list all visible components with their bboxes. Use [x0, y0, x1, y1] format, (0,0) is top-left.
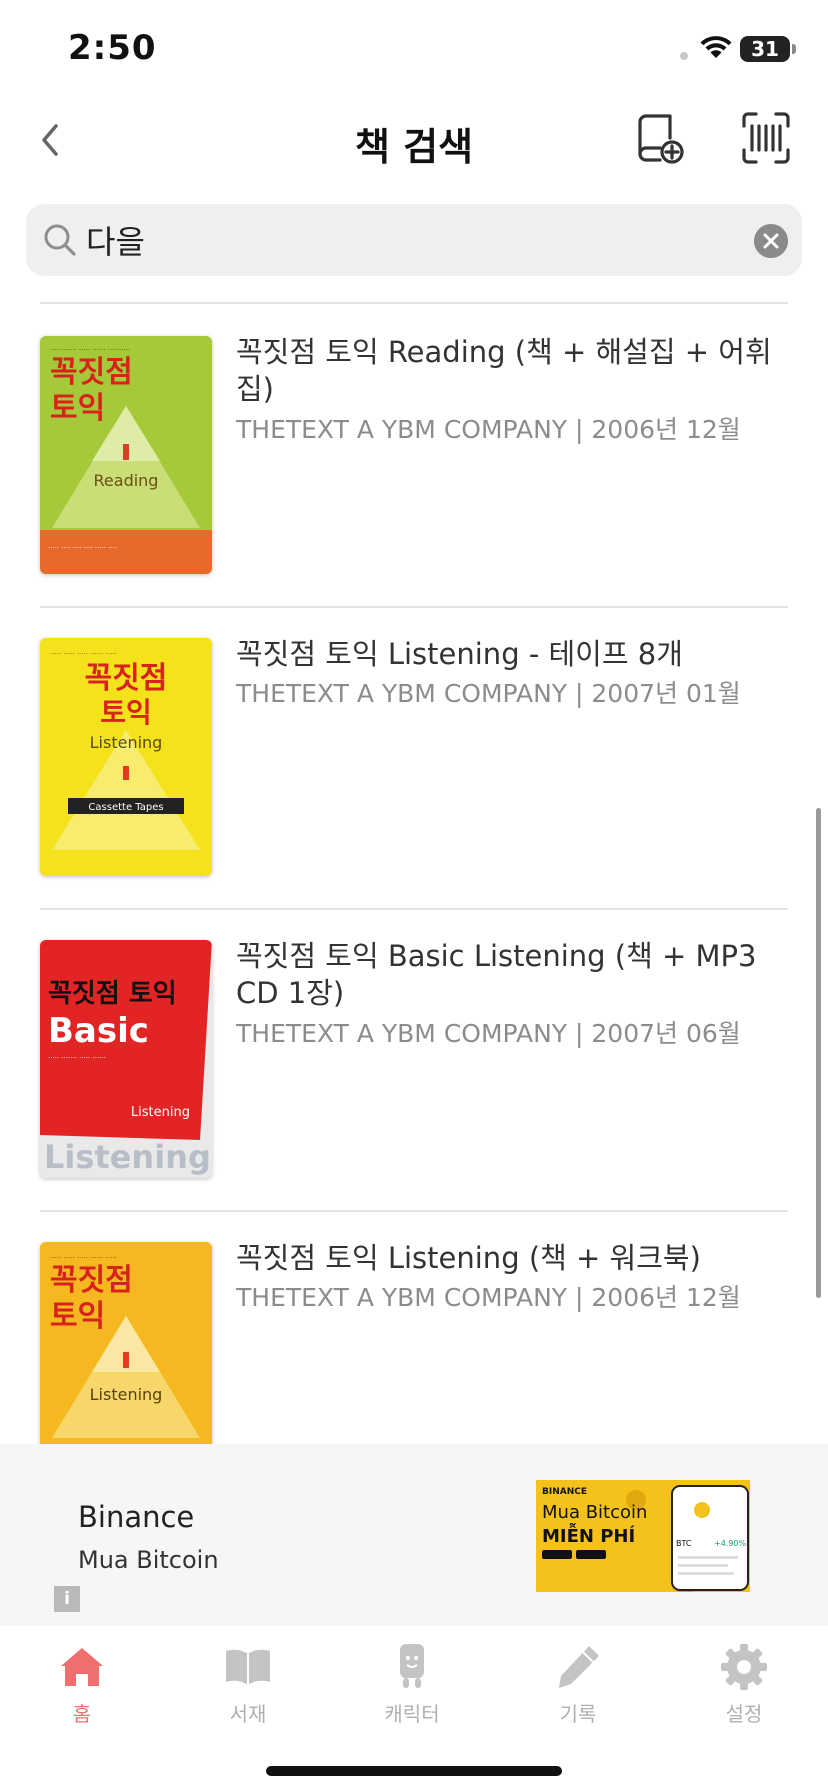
- cover-title-mid: 토익: [50, 391, 105, 426]
- list-item[interactable]: ............ ..... ...... .......... 꼭짓점…: [0, 304, 828, 606]
- cover-title-mid: 토익: [50, 1299, 105, 1334]
- book-title: 꼭짓점 토익 Listening - 테이프 8개: [236, 637, 683, 671]
- book-title: 꼭짓점 토익 Listening (책 + 워크북): [236, 1241, 701, 1275]
- chevron-left-icon: [42, 124, 58, 156]
- cover-title-mid: 토익: [100, 696, 152, 729]
- book-title: 꼭짓점 토익 Basic Listening (책 + MP3 CD 1장): [236, 939, 757, 1010]
- page-title: 책 검색: [354, 125, 474, 169]
- barcode-button[interactable]: [738, 108, 794, 168]
- cover-title-mid: Basic: [48, 1011, 149, 1051]
- cover-label: Listening: [90, 1385, 163, 1404]
- book-title: 꼭짓점 토익 Reading (책 + 해설집 + 어휘집): [236, 335, 772, 406]
- gear-icon: [721, 1644, 767, 1690]
- ad-image-brand: BINANCE: [542, 1487, 587, 1497]
- book-meta: THETEXT A YBM COMPANY | 2007년 06월: [236, 1019, 741, 1048]
- screen: 2:50 31 책 검색 다을 ............ ..... .....…: [0, 0, 828, 1792]
- home-icon: [61, 1648, 103, 1686]
- ad-subtitle: Mua Bitcoin: [78, 1546, 219, 1574]
- tab-label: 설정: [725, 1702, 763, 1726]
- battery-cap: [792, 44, 796, 54]
- cover-title-top: 꼭짓점: [50, 1263, 133, 1298]
- cover-title-top: 꼭짓점 토익: [48, 979, 177, 1009]
- book-cover: ............ ..... ...... .......... 꼭짓점…: [40, 336, 212, 574]
- clear-search-button[interactable]: [754, 224, 788, 258]
- tab-label: 기록: [559, 1702, 597, 1726]
- cover-label: Reading: [94, 471, 159, 490]
- tab-settings[interactable]: 설정: [684, 1626, 804, 1736]
- ad-banner[interactable]: Binance Mua Bitcoin i BINANCE Mua Bitcoi…: [0, 1444, 828, 1626]
- tab-record[interactable]: 기록: [518, 1626, 638, 1736]
- tab-label: 캐릭터: [384, 1702, 440, 1726]
- ad-info-icon[interactable]: i: [54, 1586, 80, 1612]
- svg-text:..... .... .... .... ..... ...: ..... .... .... .... ..... ....: [48, 542, 117, 550]
- book-cover: ..... ..... ..... ...... ..... 꼭짓점 토익 Li…: [40, 1242, 212, 1444]
- nav-bar: 책 검색: [0, 100, 828, 180]
- character-icon: [400, 1644, 424, 1688]
- ad-title: Binance: [78, 1500, 195, 1534]
- ad-image[interactable]: BINANCE Mua Bitcoin MIỄN PHÍ BTC +4.90%: [536, 1480, 750, 1592]
- svg-text:..... ..... ..... ...... .....: ..... ..... ..... ...... .....: [50, 1252, 117, 1260]
- tab-label: 홈: [72, 1702, 92, 1726]
- status-time: 2:50: [68, 28, 157, 68]
- add-book-button[interactable]: [632, 108, 688, 168]
- wifi-icon: [700, 36, 732, 58]
- list-item[interactable]: ..... ..... ..... ...... ..... 꼭짓점 토익 Li…: [0, 606, 828, 908]
- search-bar: [26, 204, 802, 276]
- book-meta: THETEXT A YBM COMPANY | 2007년 01월: [236, 679, 741, 708]
- ad-image-headline-2: MIỄN PHÍ: [542, 1522, 635, 1547]
- book-cover: ..... ..... ..... ...... ..... 꼭짓점 토익 Li…: [40, 638, 212, 876]
- cover-footer: Listening: [44, 1138, 211, 1176]
- ad-image-ticker: BTC: [676, 1539, 692, 1548]
- cover-label: Listening: [90, 733, 163, 752]
- tab-home[interactable]: 홈: [22, 1626, 142, 1736]
- book-add-icon: [638, 114, 684, 164]
- svg-text:..... ..... ..... ...... .....: ..... ..... ..... ...... .....: [50, 648, 117, 656]
- search-results-list[interactable]: ............ ..... ...... .......... 꼭짓점…: [0, 300, 828, 1444]
- back-button[interactable]: [30, 114, 74, 166]
- open-book-icon: [226, 1649, 270, 1685]
- book-cover: 꼭짓점 토익 Basic ..... ....... ..... ...... …: [40, 940, 212, 1178]
- book-meta: THETEXT A YBM COMPANY | 2006년 12월: [236, 1283, 741, 1312]
- ad-image-headline-1: Mua Bitcoin: [542, 1502, 647, 1523]
- cover-title-top: 꼭짓점: [50, 355, 133, 390]
- home-indicator[interactable]: [266, 1766, 562, 1776]
- scrollbar[interactable]: [816, 808, 821, 1298]
- barcode-scan-icon: [742, 112, 790, 164]
- tab-library[interactable]: 서재: [188, 1626, 308, 1736]
- cover-label: Listening: [131, 1105, 190, 1120]
- privacy-dot-icon: [680, 52, 688, 60]
- battery-icon: 31: [740, 36, 790, 62]
- tab-character[interactable]: 캐릭터: [352, 1626, 472, 1736]
- book-meta: THETEXT A YBM COMPANY | 2006년 12월: [236, 415, 741, 444]
- battery-level: 31: [751, 37, 779, 61]
- tab-label: 서재: [229, 1702, 267, 1726]
- cover-title-top: 꼭짓점: [85, 661, 168, 696]
- list-item[interactable]: ..... ..... ..... ...... ..... 꼭짓점 토익 Li…: [0, 1210, 828, 1444]
- cover-sub-label: Cassette Tapes: [88, 802, 163, 813]
- search-input[interactable]: [86, 214, 726, 266]
- svg-text:............ ..... ...... ....: ............ ..... ...... ..........: [50, 344, 130, 352]
- pencil-icon: [559, 1646, 599, 1688]
- ad-image-change: +4.90%: [714, 1539, 747, 1548]
- search-icon: [44, 224, 76, 256]
- svg-text:..... ....... ..... ......: ..... ....... ..... ......: [48, 1052, 106, 1060]
- list-item[interactable]: 꼭짓점 토익 Basic ..... ....... ..... ...... …: [0, 908, 828, 1210]
- status-bar: 2:50 31: [0, 0, 828, 100]
